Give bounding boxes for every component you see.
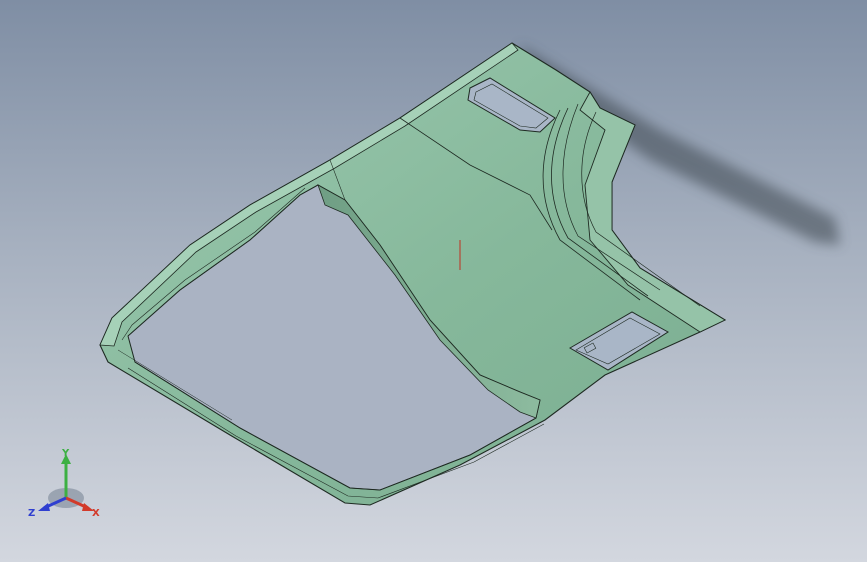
model-view[interactable] xyxy=(0,0,867,562)
z-arrow-icon xyxy=(38,503,50,511)
z-axis-label: Z xyxy=(28,508,35,519)
x-axis-label: X xyxy=(92,508,100,519)
y-axis-label: Y xyxy=(61,448,70,459)
graphics-viewport[interactable]: Y X Z xyxy=(0,0,867,562)
orientation-triad[interactable]: Y X Z xyxy=(26,448,106,524)
